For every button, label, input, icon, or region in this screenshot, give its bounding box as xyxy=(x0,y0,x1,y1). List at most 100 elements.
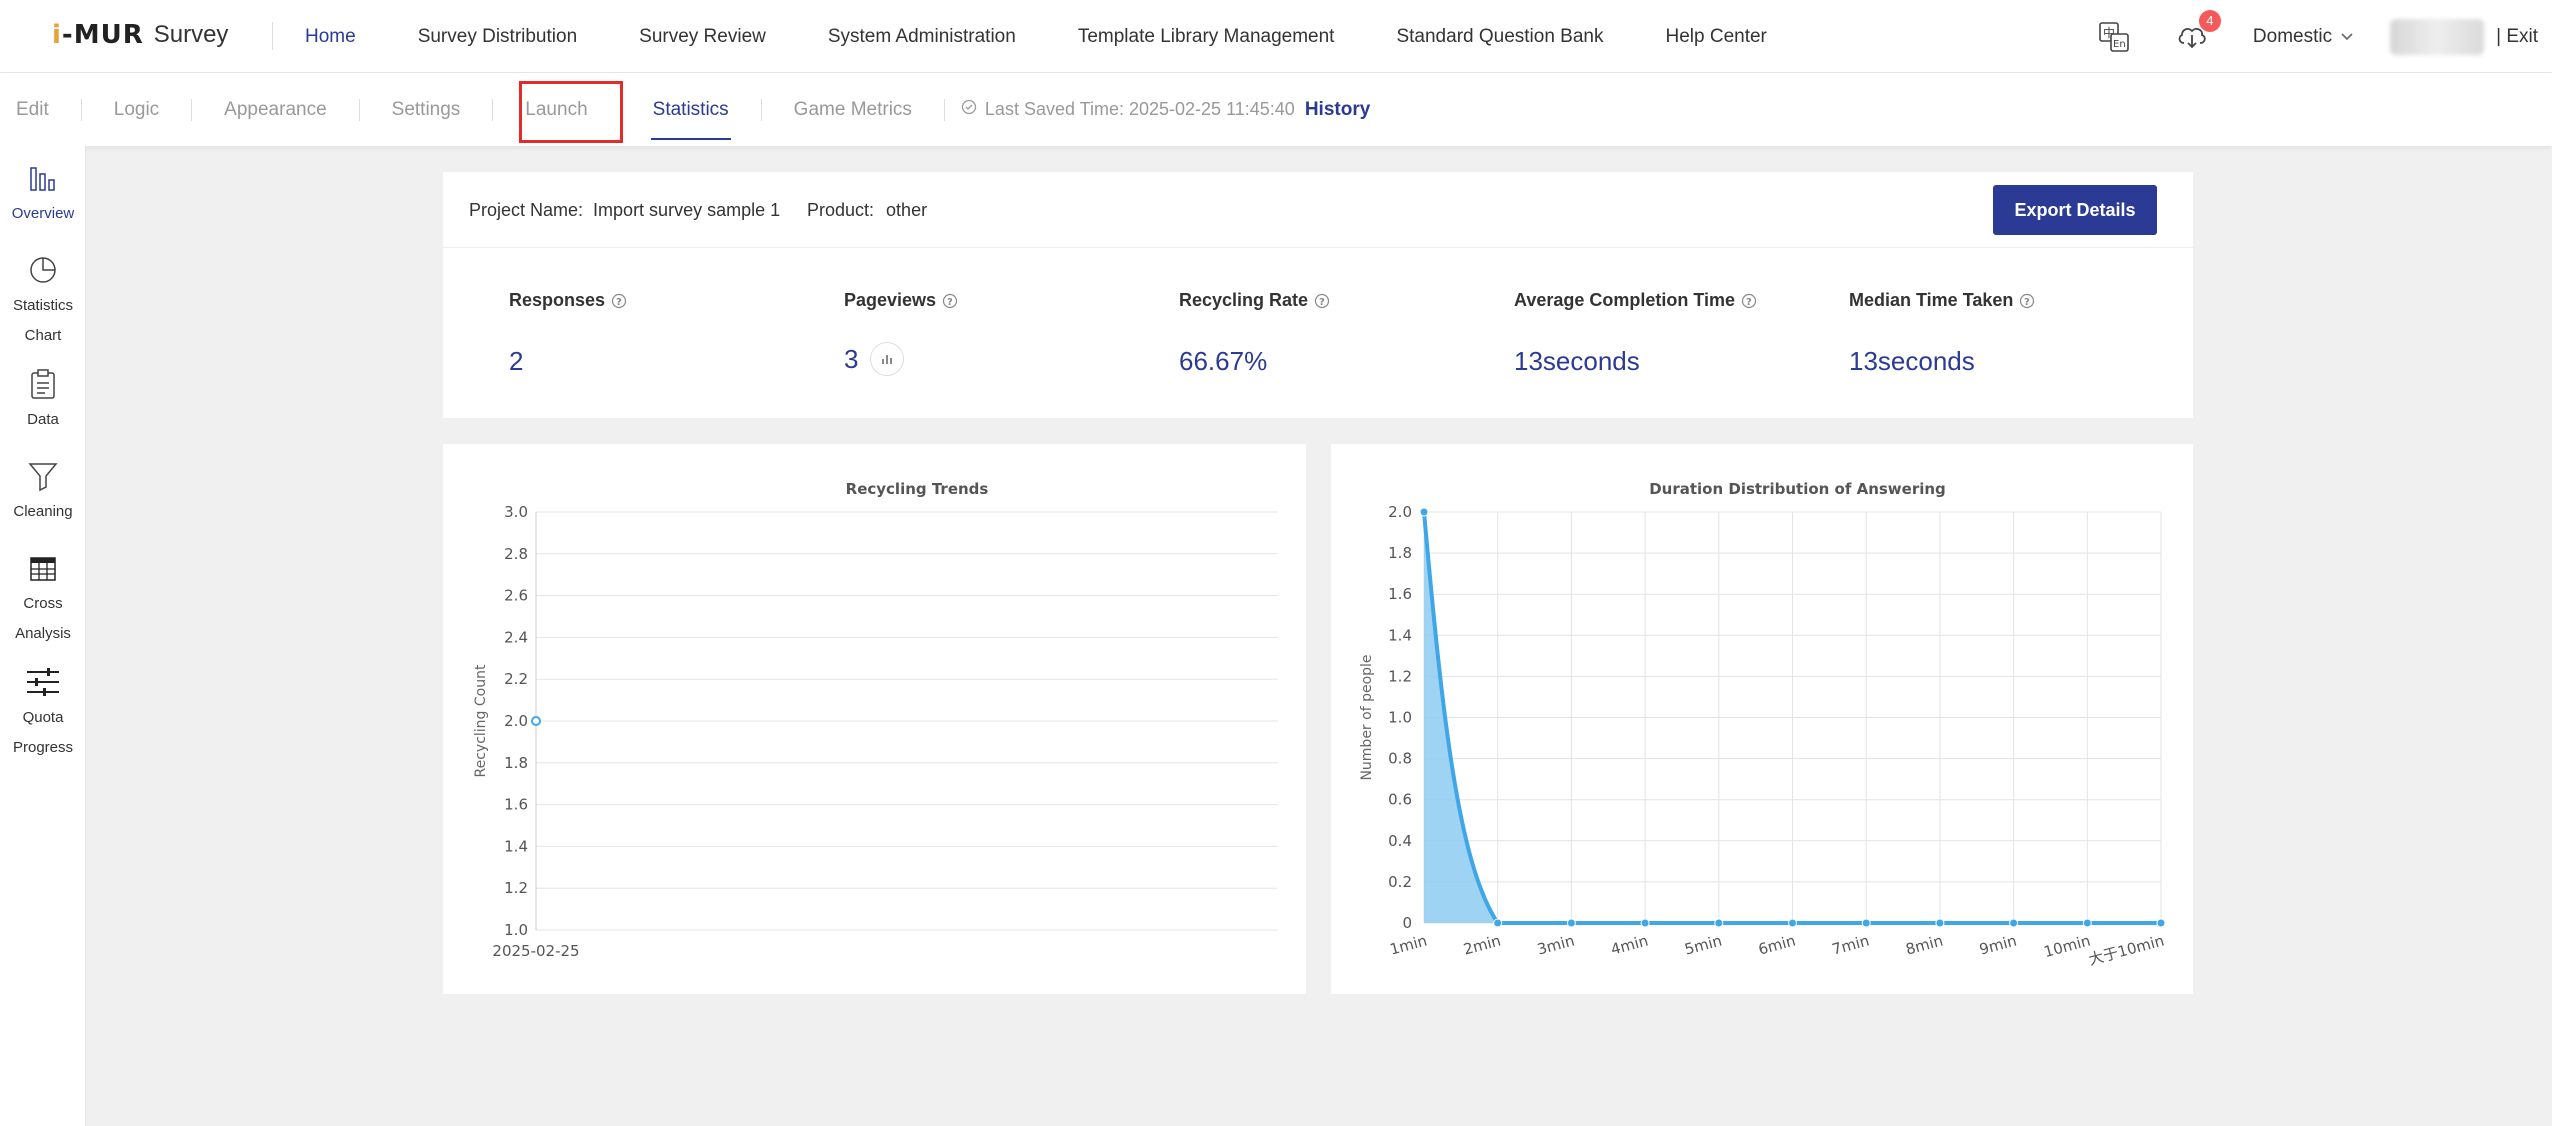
y-tick-label: 2.6 xyxy=(504,587,528,605)
nav-system-administration[interactable]: System Administration xyxy=(828,26,1016,48)
y-tick-label: 0.4 xyxy=(1388,832,1412,850)
nav-home[interactable]: Home xyxy=(305,26,356,48)
survey-subnav: Edit Logic Appearance Settings Launch St… xyxy=(0,73,2552,146)
survey-tabs: Edit Logic Appearance Settings Launch St… xyxy=(0,73,1370,146)
history-link[interactable]: History xyxy=(1305,99,1370,121)
data-point xyxy=(2009,918,2019,928)
duration-distribution-card: Duration Distribution of Answering 2.0 1.8… xyxy=(1331,444,2193,994)
data-point xyxy=(1493,918,1503,928)
sidebar-item-cross-analysis[interactable]: Cross Analysis xyxy=(0,554,86,649)
table-icon xyxy=(28,554,58,589)
help-icon[interactable]: ? xyxy=(2019,293,2035,309)
sidebar-item-data[interactable]: Data xyxy=(0,368,86,435)
help-icon[interactable]: ? xyxy=(1741,293,1757,309)
metric-recycling-rate: Recycling Rate? 66.67% xyxy=(1179,290,1330,376)
region-dropdown[interactable]: Domestic xyxy=(2253,26,2354,48)
x-tick-label: 1min xyxy=(1388,931,1429,958)
nav-standard-question-bank[interactable]: Standard Question Bank xyxy=(1396,26,1603,48)
data-point xyxy=(1640,918,1650,928)
y-tick-label: 1.2 xyxy=(504,879,528,897)
main-nav: Home Survey Distribution Survey Review S… xyxy=(305,0,1829,73)
y-tick-label: 1.8 xyxy=(504,754,528,772)
sidebar-label-line2: Chart xyxy=(24,327,62,344)
clipboard-icon xyxy=(28,368,58,405)
filter-icon xyxy=(27,460,59,497)
sidebar-item-quota-progress[interactable]: Quota Progress xyxy=(0,666,86,763)
data-point xyxy=(1419,507,1429,517)
tab-logic[interactable]: Logic xyxy=(98,73,175,146)
sidebar-label: Cross xyxy=(23,595,63,612)
metric-label: Responses xyxy=(509,290,606,310)
sidebar-item-statistics-chart[interactable]: Statistics Chart xyxy=(0,254,86,351)
data-point xyxy=(1935,918,1945,928)
y-tick-label: 1.4 xyxy=(1388,626,1412,644)
y-axis-title: Recycling Count xyxy=(473,664,489,777)
tab-divider xyxy=(619,98,621,121)
data-point xyxy=(531,716,541,726)
export-details-button[interactable]: Export Details xyxy=(1993,185,2157,235)
pie-chart-icon xyxy=(27,254,59,291)
x-tick-label: 9min xyxy=(1977,931,2018,958)
y-tick-label: 1.8 xyxy=(1388,544,1412,562)
tab-divider xyxy=(943,98,945,121)
data-point xyxy=(1788,918,1797,928)
y-tick-label: 0.2 xyxy=(1388,873,1412,891)
tab-statistics[interactable]: Statistics xyxy=(637,73,745,146)
sidebar-item-overview[interactable]: Overview xyxy=(0,164,86,229)
tab-game-metrics[interactable]: Game Metrics xyxy=(778,73,928,146)
metric-label: Recycling Rate xyxy=(1179,290,1309,310)
metric-label: Median Time Taken xyxy=(1849,290,2014,310)
tab-launch[interactable]: Launch xyxy=(509,73,603,146)
y-tick-label: 1.6 xyxy=(504,796,528,814)
metric-value: 2 xyxy=(509,346,524,376)
pageviews-chart-icon[interactable] xyxy=(870,342,905,376)
tab-edit[interactable]: Edit xyxy=(0,73,65,146)
y-tick-label: 1.0 xyxy=(1388,709,1412,727)
metric-pageviews: Pageviews? 3 xyxy=(844,290,958,376)
bar-chart-icon xyxy=(28,164,58,199)
data-point xyxy=(1566,918,1576,928)
sidebar-label-line2: Analysis xyxy=(15,625,71,642)
duration-distribution-chart: Duration Distribution of Answering 2.0 1.8… xyxy=(1359,480,2166,969)
nav-survey-review[interactable]: Survey Review xyxy=(639,26,766,48)
nav-template-library[interactable]: Template Library Management xyxy=(1078,26,1335,48)
y-tick-label: 2.4 xyxy=(504,628,528,646)
language-switch-icon[interactable]: 中 En xyxy=(2097,20,2131,54)
y-tick-label: 1.6 xyxy=(1388,585,1412,603)
last-saved-status: Last Saved Time: 2025-02-25 11:45:40 xyxy=(961,99,1295,120)
user-avatar[interactable] xyxy=(2390,18,2485,55)
sidebar-label: Cleaning xyxy=(13,503,73,520)
app-logo[interactable]: i-MUR Survey xyxy=(52,20,228,50)
tab-appearance[interactable]: Appearance xyxy=(208,73,342,146)
project-name-value: Import survey sample 1 xyxy=(593,200,781,220)
data-point xyxy=(1714,918,1724,928)
nav-survey-distribution[interactable]: Survey Distribution xyxy=(418,26,577,48)
metric-responses: Responses? 2 xyxy=(509,290,627,376)
tab-divider xyxy=(80,98,82,121)
metric-value: 3 xyxy=(844,343,859,374)
logo-text: Survey xyxy=(153,21,229,48)
cloud-download-icon[interactable]: 4 xyxy=(2175,9,2221,54)
svg-text:?: ? xyxy=(1319,297,1325,308)
x-tick-label: 10min xyxy=(2042,931,2092,961)
metric-label: Pageviews xyxy=(844,290,937,310)
nav-help-center[interactable]: Help Center xyxy=(1666,26,1767,48)
svg-text:En: En xyxy=(2113,39,2126,50)
overview-summary-card: Project Name: Import survey sample 1 Prod… xyxy=(443,172,2193,418)
help-icon[interactable]: ? xyxy=(942,293,958,309)
sidebar-item-cleaning[interactable]: Cleaning xyxy=(0,460,86,527)
x-tick-label: 大于10min xyxy=(2087,931,2166,968)
help-icon[interactable]: ? xyxy=(611,293,627,309)
statistics-sidebar: Overview Statistics Chart Data Cleaning … xyxy=(0,146,86,1126)
svg-text:?: ? xyxy=(1746,297,1752,308)
y-tick-label: 1.2 xyxy=(1388,667,1412,685)
svg-text:?: ? xyxy=(947,297,953,308)
tab-divider xyxy=(492,98,494,121)
clock-icon xyxy=(961,99,977,120)
help-icon[interactable]: ? xyxy=(1314,293,1330,309)
y-tick-label: 0.6 xyxy=(1388,791,1412,809)
exit-link[interactable]: | Exit xyxy=(2496,26,2538,48)
x-tick-label: 4min xyxy=(1609,931,1650,958)
tab-settings[interactable]: Settings xyxy=(376,73,477,146)
sidebar-label-line2: Progress xyxy=(12,739,74,756)
